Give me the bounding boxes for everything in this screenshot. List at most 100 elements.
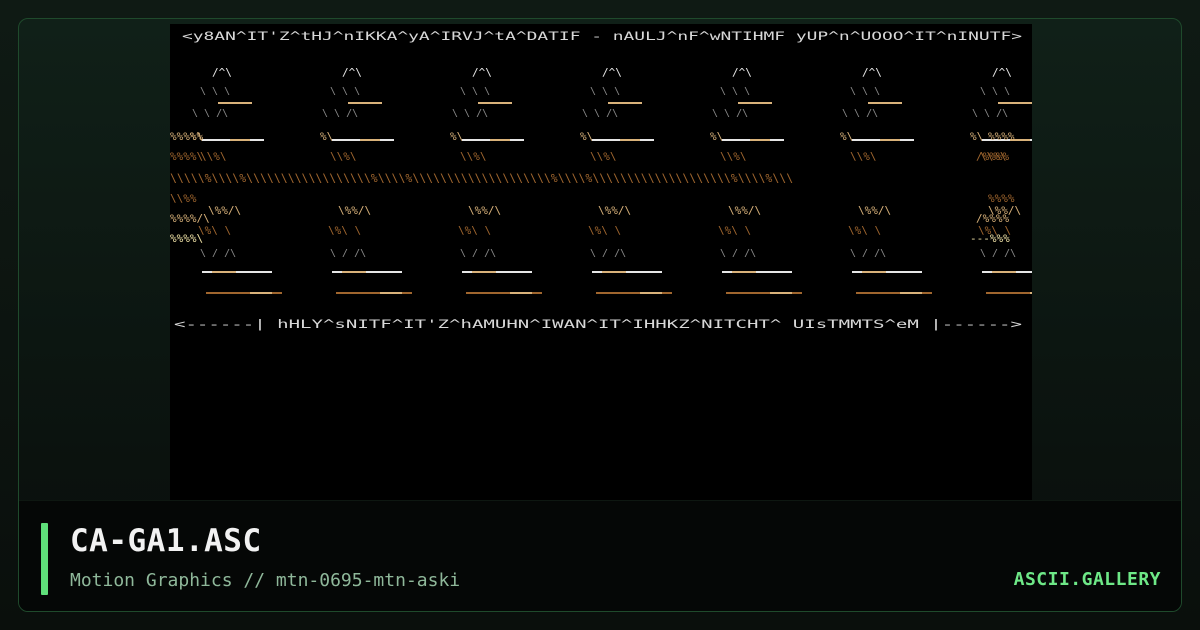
motif-slant: \ \ /\ — [192, 108, 228, 119]
motif-slant: \ \ \ — [330, 86, 360, 97]
motif-peak: /^\ — [212, 66, 232, 79]
motif-slant: \ \ /\ — [712, 108, 748, 119]
motif-scroll: \%%/\ — [208, 204, 241, 217]
motif-base-accent — [770, 292, 792, 294]
motif-base-accent — [900, 292, 922, 294]
motif-base-accent — [380, 292, 402, 294]
motif-scroll: \%\ \ — [848, 224, 881, 237]
motif-scroll: \%%/\ — [728, 204, 761, 217]
art-footer-line: <------| hHLY^sNITF^IT'Z^hAMUHN^IWAN^IT^… — [174, 317, 1022, 331]
motif-slant: \ / /\ — [720, 248, 756, 259]
page-frame: <y8AN^IT'Z^tHJ^nIKKA^yA^IRVJ^tA^DATIF - … — [0, 0, 1200, 630]
motif-scroll: \%%/\ — [858, 204, 891, 217]
motif-scroll: \%%/\ — [338, 204, 371, 217]
motif-scroll: \\%\ — [200, 150, 227, 163]
motif-scroll: \%%/\ — [468, 204, 501, 217]
motif-slant: \ / /\ — [330, 248, 366, 259]
motif-peak: /^\ — [602, 66, 622, 79]
motif-peak: /^\ — [342, 66, 362, 79]
motif-scroll: \\%\ — [460, 150, 487, 163]
motif-slant: \ \ /\ — [322, 108, 358, 119]
motif-slant: \ \ \ — [460, 86, 490, 97]
accent-bar — [41, 523, 48, 595]
motif-lower-accent — [212, 271, 236, 273]
ascii-artwork: <y8AN^IT'Z^tHJ^nIKKA^yA^IRVJ^tA^DATIF - … — [170, 24, 1032, 505]
info-footer: CA-GA1.ASC Motion Graphics // mtn-0695-m… — [19, 500, 1181, 611]
motif-scroll: %\ — [320, 130, 333, 143]
motif-edge-left: %%%%/\ — [170, 212, 210, 225]
motif-slant: \ \ \ — [720, 86, 750, 97]
motif-edge-left: %%%%\ — [170, 150, 203, 163]
motif-bar-accent — [750, 139, 770, 141]
motif-dash — [348, 102, 382, 104]
motif-scroll: \%\ \ — [458, 224, 491, 237]
motif-base-accent — [250, 292, 272, 294]
motif-bar-accent — [490, 139, 510, 141]
motif-scroll: \%\ \ — [718, 224, 751, 237]
motif-peak: /^\ — [862, 66, 882, 79]
motif-scroll: %\ — [840, 130, 853, 143]
motif-bar-accent — [620, 139, 640, 141]
motif-bar-accent — [880, 139, 900, 141]
motif-slant: \ / /\ — [460, 248, 496, 259]
motif-edge-left: \\%% — [170, 192, 197, 205]
preview-card: <y8AN^IT'Z^tHJ^nIKKA^yA^IRVJ^tA^DATIF - … — [18, 18, 1182, 612]
artwork-subtitle: Motion Graphics // mtn-0695-mtn-aski — [70, 570, 461, 591]
motif-dash — [738, 102, 772, 104]
motif-dash — [998, 102, 1032, 104]
motif-edge-right: /%%%% — [976, 150, 1009, 163]
motif-peak: /^\ — [992, 66, 1012, 79]
ascii-art-canvas: <y8AN^IT'Z^tHJ^nIKKA^yA^IRVJ^tA^DATIF - … — [170, 24, 1032, 505]
motif-edge-left: %%%%\ — [170, 232, 203, 245]
motif-slant: \ / /\ — [590, 248, 626, 259]
motif-peak: /^\ — [472, 66, 492, 79]
motif-bar-accent — [230, 139, 250, 141]
motif-base-accent — [1030, 292, 1032, 294]
motif-base-accent — [510, 292, 532, 294]
motif-base-accent — [640, 292, 662, 294]
motif-lower-accent — [342, 271, 366, 273]
motif-scroll: %\ — [710, 130, 723, 143]
motif-dash — [868, 102, 902, 104]
motif-scroll: \\%\ — [330, 150, 357, 163]
motif-scroll: %\ — [450, 130, 463, 143]
motif-scroll: %\ — [580, 130, 593, 143]
motif-slant: \ \ \ — [980, 86, 1010, 97]
motif-scroll: \%\ \ — [588, 224, 621, 237]
motif-slant: \ \ \ — [200, 86, 230, 97]
motif-dash — [478, 102, 512, 104]
motif-slant: \ \ \ — [590, 86, 620, 97]
motif-slant: \ / /\ — [980, 248, 1016, 259]
motif-lower-accent — [472, 271, 496, 273]
motif-edge-right: %%%% — [988, 192, 1015, 205]
motif-slant: \ \ /\ — [582, 108, 618, 119]
motif-lower-accent — [862, 271, 886, 273]
art-header-line: <y8AN^IT'Z^tHJ^nIKKA^yA^IRVJ^tA^DATIF - … — [182, 29, 1022, 43]
motif-bar-accent — [360, 139, 380, 141]
motif-scroll: \\%\ — [850, 150, 877, 163]
motif-edge-right: /%%%% — [976, 212, 1009, 225]
motif-lower-accent — [992, 271, 1016, 273]
motif-edge-right: %%%% — [988, 130, 1015, 143]
motif-peak: /^\ — [732, 66, 752, 79]
motif-scroll: \\%\ — [590, 150, 617, 163]
motif-base-bar — [986, 292, 1032, 294]
motif-dash — [218, 102, 252, 104]
motif-scroll: \\%\ — [720, 150, 747, 163]
site-brand[interactable]: ASCII.GALLERY — [1014, 569, 1161, 590]
motif-edge-left: %%%%% — [170, 130, 203, 143]
motif-slant: \ / /\ — [200, 248, 236, 259]
motif-slant: \ \ /\ — [842, 108, 878, 119]
motif-slant: \ \ /\ — [452, 108, 488, 119]
motif-slant: \ \ \ — [850, 86, 880, 97]
motif-woven-band: \\\\\%\\\\%\\\\\\\\\\\\\\\\\\%\\\\%\\\\\… — [170, 171, 793, 185]
motif-scroll: %\ — [970, 130, 983, 143]
motif-slant: \ / /\ — [850, 248, 886, 259]
motif-slant: \ \ /\ — [972, 108, 1008, 119]
motif-edge-right: ---%%% — [970, 232, 1010, 245]
motif-lower-accent — [602, 271, 626, 273]
motif-scroll: \%\ \ — [328, 224, 361, 237]
motif-scroll: \%%/\ — [598, 204, 631, 217]
artwork-title: CA-GA1.ASC — [70, 523, 262, 559]
motif-dash — [608, 102, 642, 104]
